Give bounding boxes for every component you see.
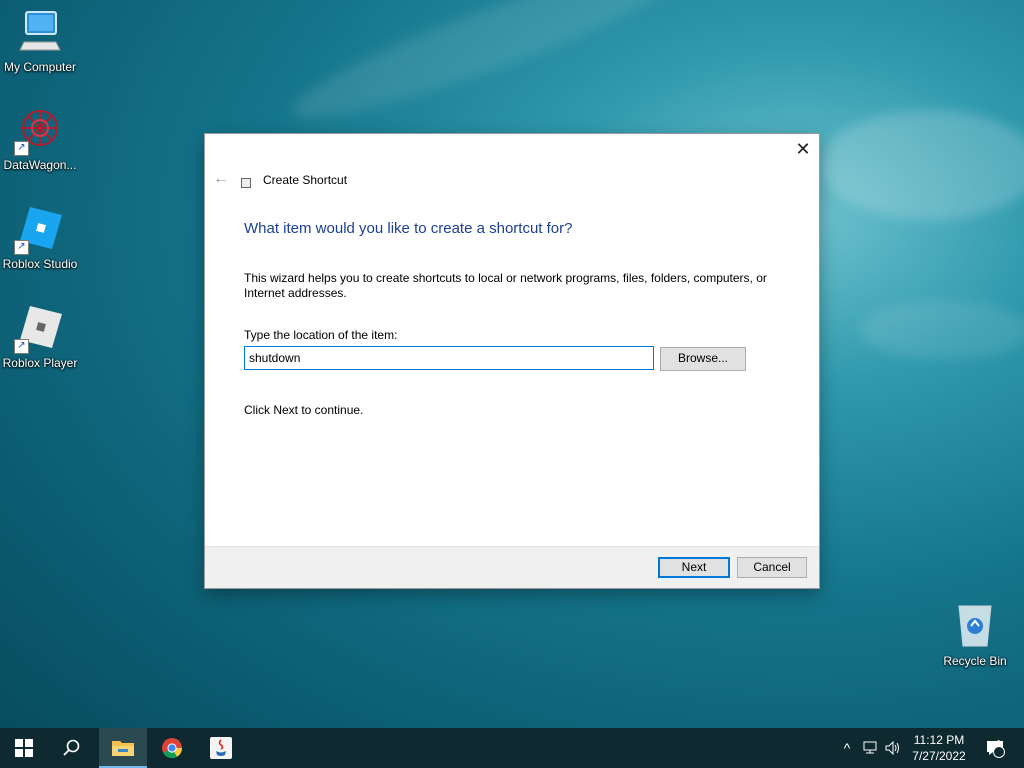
network-tray[interactable]: [860, 728, 882, 768]
back-arrow-icon: ←: [213, 170, 229, 187]
wizard-description: This wizard helps you to create shortcut…: [244, 271, 767, 300]
wizard-heading: What item would you like to create a sho…: [244, 220, 573, 237]
wallpaper-light-streak: [820, 110, 1024, 220]
cancel-button[interactable]: Cancel: [737, 557, 807, 578]
back-button[interactable]: ←: [213, 170, 229, 188]
volume-icon: [885, 741, 899, 755]
search-icon: [63, 739, 80, 756]
recycle-bin-icon: [951, 602, 999, 650]
shortcut-arrow-icon: ↗: [14, 339, 29, 354]
location-label: Type the location of the item:: [244, 328, 398, 342]
taskbar-file-explorer[interactable]: [99, 728, 147, 768]
notification-count: 1: [996, 739, 1002, 750]
wallpaper-light-streak: [282, 0, 698, 141]
taskbar-java[interactable]: [197, 728, 245, 768]
browse-button[interactable]: Browse...: [660, 347, 746, 371]
desktop-icon-recycle-bin[interactable]: Recycle Bin: [935, 602, 1015, 668]
shortcut-arrow-icon: ↗: [14, 141, 29, 156]
taskbar-chrome[interactable]: [148, 728, 196, 768]
location-input[interactable]: [244, 346, 654, 370]
roblox-studio-icon: ↗: [14, 205, 64, 255]
notification-icon: [987, 741, 1005, 758]
desktop-icon-label: DataWagon...: [3, 158, 77, 172]
datawagon-icon: ↗: [14, 106, 64, 156]
network-icon: [863, 741, 877, 754]
computer-icon: [16, 8, 64, 56]
windows-start-icon: [15, 739, 33, 757]
desktop-icon-roblox-studio[interactable]: ↗ Roblox Studio: [0, 205, 80, 271]
roblox-player-icon: ↗: [14, 304, 64, 354]
chrome-icon: [162, 738, 183, 759]
close-button[interactable]: ✕: [787, 134, 819, 164]
search-button[interactable]: [48, 728, 96, 768]
start-button[interactable]: [0, 728, 48, 768]
create-shortcut-dialog: ✕ ← Create Shortcut What item would you …: [205, 134, 819, 588]
shortcut-arrow-icon: ↗: [14, 240, 29, 255]
shortcut-icon: [241, 178, 251, 188]
dialog-footer: Next Cancel: [205, 546, 819, 588]
close-icon: ✕: [795, 139, 811, 159]
file-explorer-icon: [112, 741, 134, 756]
desktop-icon-my-computer[interactable]: My Computer: [0, 8, 80, 74]
desktop-icon-label: Recycle Bin: [943, 654, 1007, 668]
dialog-title: Create Shortcut: [263, 173, 348, 187]
java-icon: [210, 737, 232, 759]
desktop-icon-datawagon[interactable]: ↗ DataWagon...: [0, 106, 80, 172]
system-clock[interactable]: 11:12 PM 7/27/2022: [900, 732, 978, 764]
desktop-icon-label: My Computer: [3, 60, 77, 74]
show-hidden-icons[interactable]: ^: [838, 728, 856, 768]
clock-time: 11:12 PM: [913, 733, 965, 747]
desktop-icon-label: Roblox Player: [2, 356, 78, 370]
action-center-button[interactable]: 1: [980, 728, 1010, 768]
continue-hint: Click Next to continue.: [244, 403, 364, 417]
clock-date: 7/27/2022: [912, 749, 966, 763]
next-button[interactable]: Next: [658, 557, 730, 578]
chevron-up-icon: ^: [843, 740, 851, 756]
desktop-icon-label: Roblox Studio: [2, 257, 78, 271]
wallpaper-light-streak: [860, 300, 1024, 360]
desktop-icon-roblox-player[interactable]: ↗ Roblox Player: [0, 304, 80, 370]
taskbar: ^ 11:12 PM 7/27/2022 1: [0, 728, 1024, 768]
